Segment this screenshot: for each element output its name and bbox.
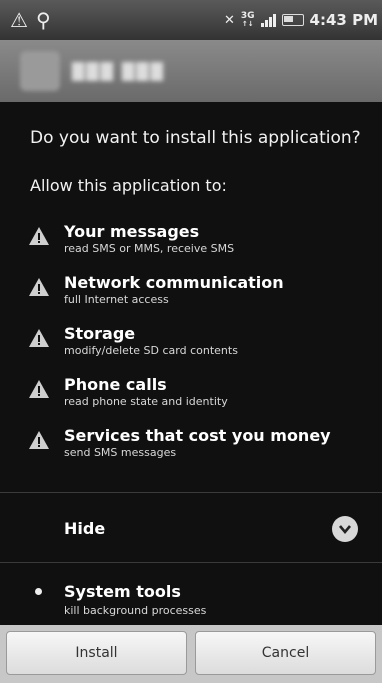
permission-item: Your messages read SMS or MMS, receive S… xyxy=(28,222,368,273)
permission-title: Services that cost you money xyxy=(64,426,331,445)
allow-label: Allow this application to: xyxy=(30,176,227,195)
permission-desc: send SMS messages xyxy=(64,446,177,459)
network-type-label: 3G ↑↓ xyxy=(240,11,255,29)
permission-item: Storage modify/delete SD card contents xyxy=(28,324,368,375)
permission-desc: kill background processes xyxy=(64,604,207,617)
app-name-blurred: ███ ███ xyxy=(72,61,165,81)
button-bar: Install Cancel xyxy=(0,625,382,683)
permission-desc: full Internet access xyxy=(64,293,169,306)
app-icon xyxy=(20,51,60,91)
permission-title: Storage xyxy=(64,324,136,343)
permission-item: Services that cost you money send SMS me… xyxy=(28,426,368,477)
warning-icon xyxy=(29,329,49,347)
mute-icon: ✕ xyxy=(223,12,235,28)
warning-icon xyxy=(29,227,49,245)
warning-notification-icon: ⚠ xyxy=(10,8,28,32)
permission-item: Phone calls read phone state and identit… xyxy=(28,375,368,426)
divider xyxy=(0,492,382,493)
install-button[interactable]: Install xyxy=(6,631,187,675)
battery-icon xyxy=(281,14,304,26)
permission-desc: read phone state and identity xyxy=(64,395,228,408)
usb-icon: ⚲ xyxy=(35,8,51,32)
chevron-down-icon[interactable] xyxy=(332,516,358,542)
permission-title: System tools xyxy=(64,582,181,601)
permission-title: Network communication xyxy=(64,273,284,292)
hide-label: Hide xyxy=(64,518,106,538)
install-question: Do you want to install this application? xyxy=(30,128,361,148)
hide-toggle-row[interactable]: Hide xyxy=(0,494,382,562)
system-tools-permission: System tools kill background processes xyxy=(0,572,382,622)
permission-list: Your messages read SMS or MMS, receive S… xyxy=(28,222,368,477)
permission-title: Your messages xyxy=(64,222,200,241)
permission-title: Phone calls xyxy=(64,375,167,394)
permission-item: Network communication full Internet acce… xyxy=(28,273,368,324)
status-time: 4:43 PM xyxy=(309,11,378,29)
signal-icon xyxy=(260,13,276,27)
status-bar: ⚠ ⚲ ✕ 3G ↑↓ 4:43 PM xyxy=(0,0,382,40)
bullet-icon xyxy=(35,588,42,595)
warning-icon xyxy=(29,278,49,296)
app-title-bar: ███ ███ xyxy=(0,40,382,102)
permission-desc: read SMS or MMS, receive SMS xyxy=(64,242,235,255)
permission-desc: modify/delete SD card contents xyxy=(64,344,238,357)
cancel-button[interactable]: Cancel xyxy=(195,631,376,675)
permissions-panel: Do you want to install this application?… xyxy=(0,102,382,625)
divider xyxy=(0,562,382,563)
warning-icon xyxy=(29,431,49,449)
warning-icon xyxy=(29,380,49,398)
